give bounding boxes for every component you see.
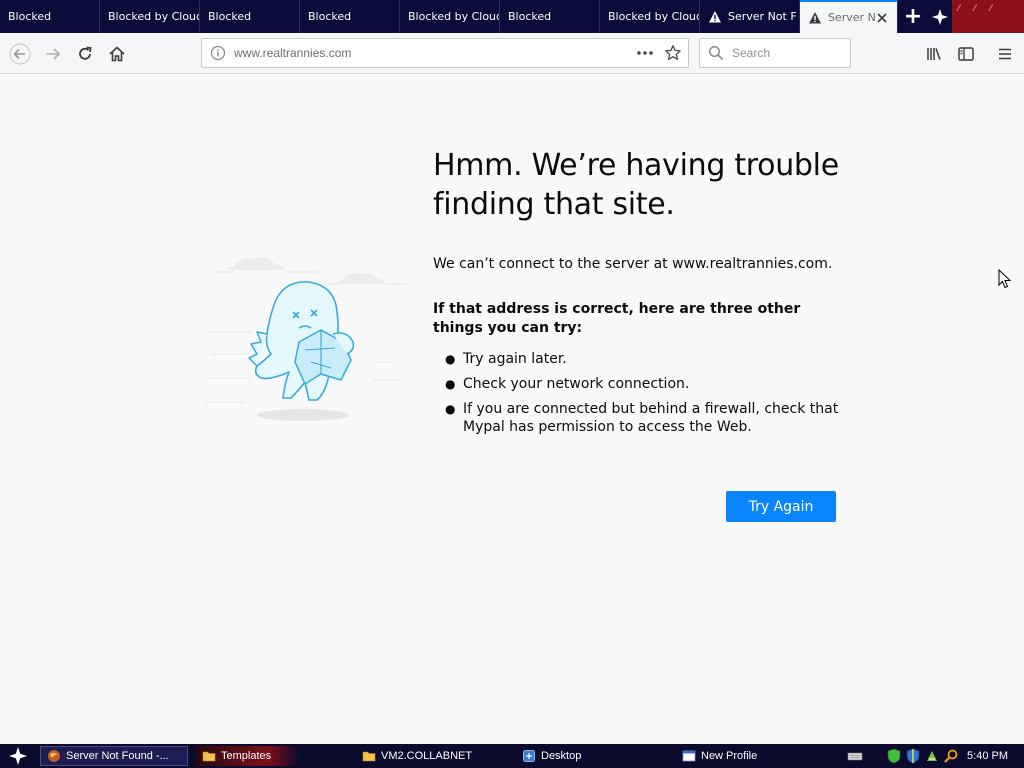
taskbar-item-label: New Profile — [701, 750, 758, 762]
start-star-icon — [9, 747, 27, 765]
tab-label: Server N — [828, 11, 876, 24]
error-subtitle: If that address is correct, here are thr… — [433, 301, 801, 336]
hamburger-menu-icon — [999, 48, 1011, 60]
taskbar-item-label: Desktop — [541, 750, 582, 762]
taskbar-item-templates[interactable]: Templates — [196, 746, 300, 766]
tab[interactable]: Blocked by Cloud — [600, 0, 700, 33]
tab[interactable]: Server Not F — [700, 0, 800, 33]
close-window-icon[interactable]: ⁄ — [990, 4, 992, 14]
taskbar-item-label: VM2.COLLABNET — [381, 750, 473, 762]
suggestion-text: Check your network connection. — [463, 376, 690, 392]
error-description: We can’t connect to the server at www.re… — [433, 256, 833, 272]
shield-blue-icon[interactable] — [905, 748, 921, 764]
tab-label: Blocked by Cloud — [608, 10, 699, 23]
reload-icon — [79, 46, 92, 60]
url-bar[interactable]: www.realtrannies.com — [201, 38, 689, 68]
new-tab-button[interactable]: + — [898, 0, 928, 33]
reload-button[interactable] — [71, 40, 99, 68]
forward-button[interactable] — [39, 40, 67, 68]
taskbar-item-label: Templates — [221, 750, 272, 762]
window-controls: ⁄ ⁄ ⁄ — [952, 0, 1024, 33]
bookmark-star-icon[interactable] — [664, 44, 682, 62]
home-icon — [109, 46, 125, 62]
suggestion-item: ● If you are connected but behind a firew… — [445, 400, 843, 436]
close-tab-icon[interactable] — [875, 11, 889, 25]
tab-label: Blocked — [8, 10, 52, 23]
library-icon — [927, 48, 941, 60]
warning-icon — [708, 10, 722, 24]
suggestion-text: If you are connected but behind a firewa… — [463, 401, 839, 435]
clock: 5:40 PM — [967, 750, 1008, 762]
folder-icon — [202, 751, 216, 762]
suggestion-text: Try again later. — [463, 351, 567, 367]
warning-icon — [808, 11, 822, 25]
window-icon — [682, 750, 696, 762]
tab-label: Blocked by Cloud — [108, 10, 199, 23]
keyboard-icon[interactable] — [847, 748, 863, 764]
taskbar-item-browser[interactable]: Server Not Found -... — [40, 746, 188, 766]
taskbar-item-label: Server Not Found -... — [66, 750, 169, 762]
system-tray: 5:40 PM — [844, 744, 1024, 768]
magnifier-icon[interactable] — [943, 748, 959, 764]
bullet-icon: ● — [445, 377, 456, 391]
tab-label: Blocked by Cloud — [408, 10, 499, 23]
taskbar-item-new-profile[interactable]: New Profile — [676, 746, 826, 766]
taskbar: Server Not Found -... Templates VM2.COLL… — [0, 744, 1024, 768]
shield-green-icon[interactable] — [886, 748, 902, 764]
bullet-icon: ● — [445, 402, 456, 416]
error-title: Hmm. We’re having trouble finding that s… — [433, 148, 839, 222]
browser-icon — [48, 750, 60, 762]
tab[interactable]: Blocked — [0, 0, 100, 33]
maximize-icon[interactable]: ⁄ — [974, 4, 976, 14]
back-arrow-icon — [9, 43, 31, 65]
error-illustration — [205, 250, 415, 430]
minimize-icon[interactable]: ⁄ — [958, 4, 960, 14]
tab-label: Blocked — [508, 10, 552, 23]
taskbar-item-desktop[interactable]: Desktop — [516, 746, 676, 766]
star-icon[interactable] — [928, 0, 952, 33]
tab-strip: Blocked Blocked by Cloud Blocked Blocked… — [0, 0, 1024, 33]
info-icon[interactable] — [210, 45, 226, 61]
suggestion-item: ● Try again later. — [445, 350, 843, 368]
folder-icon — [362, 751, 376, 762]
tab[interactable]: Blocked by Cloud — [400, 0, 500, 33]
suggestion-list: ● Try again later. ● Check your network co… — [433, 350, 843, 436]
taskbar-item-vm2[interactable]: VM2.COLLABNET — [356, 746, 516, 766]
suggestion-item: ● Check your network connection. — [445, 375, 843, 393]
try-again-button[interactable]: Try Again — [726, 491, 836, 522]
search-input[interactable] — [732, 46, 842, 60]
tab-selected[interactable]: Server N — [800, 0, 898, 33]
start-button[interactable] — [0, 744, 36, 768]
search-bar[interactable] — [699, 38, 851, 68]
bullet-icon: ● — [445, 352, 456, 366]
menu-button[interactable] — [991, 40, 1019, 68]
tab-label: Blocked — [208, 10, 252, 23]
error-body: Hmm. We’re having trouble finding that s… — [433, 146, 843, 443]
url-text[interactable]: www.realtrannies.com — [234, 46, 351, 60]
home-button[interactable] — [103, 40, 131, 68]
desktop-icon — [523, 750, 535, 762]
network-icon[interactable] — [924, 748, 940, 764]
tab[interactable]: Blocked — [200, 0, 300, 33]
page-actions-icon[interactable] — [636, 44, 654, 62]
tab[interactable]: Blocked — [500, 0, 600, 33]
tab[interactable]: Blocked — [300, 0, 400, 33]
library-button[interactable] — [920, 40, 948, 68]
mouse-cursor-icon — [998, 268, 1012, 289]
sidebar-button[interactable] — [952, 40, 980, 68]
navigation-toolbar: www.realtrannies.com — [0, 33, 1024, 74]
tab-label: Server Not F — [728, 10, 797, 23]
forward-arrow-icon — [46, 48, 61, 60]
tab[interactable]: Blocked by Cloud — [100, 0, 200, 33]
tab-label: Blocked — [308, 10, 352, 23]
sidebar-icon — [958, 47, 974, 61]
search-icon — [708, 45, 724, 61]
back-button[interactable] — [6, 40, 34, 68]
